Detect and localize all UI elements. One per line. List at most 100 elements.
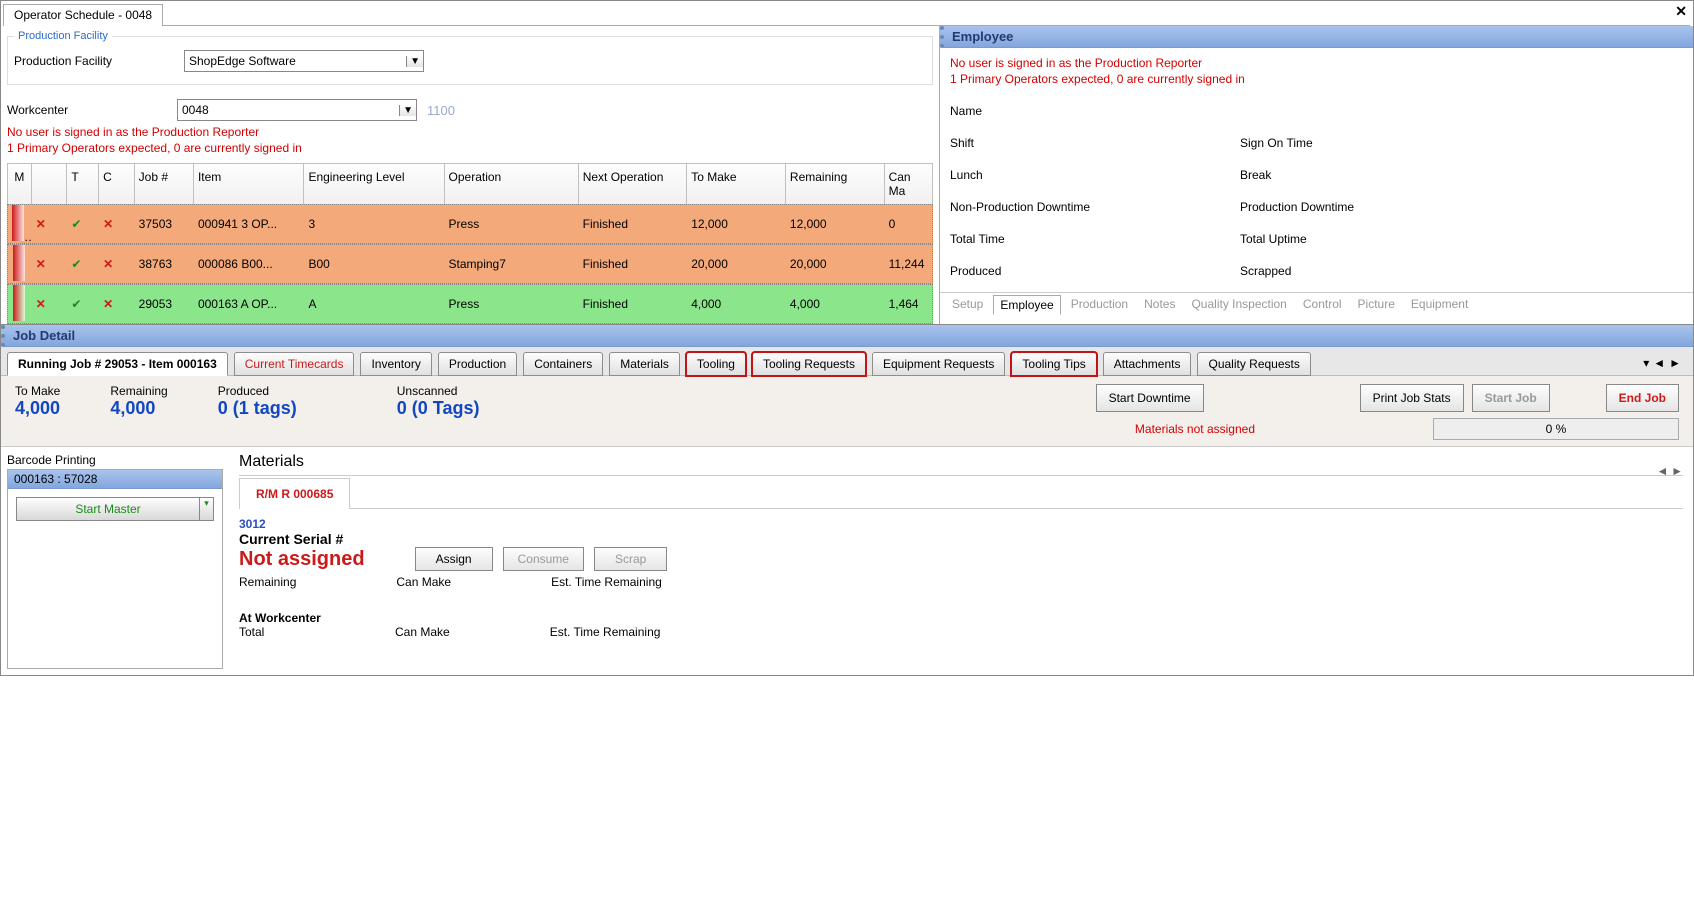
- tab-notes[interactable]: Notes: [1138, 295, 1181, 315]
- tab-inventory[interactable]: Inventory: [360, 352, 431, 376]
- assign-button[interactable]: Assign: [415, 547, 493, 571]
- tab-equipment[interactable]: Equipment: [1405, 295, 1474, 315]
- item-cell: 000941 3 OP...: [194, 215, 305, 233]
- x-icon[interactable]: ✕: [36, 297, 46, 311]
- row-marker-icon: [13, 245, 25, 281]
- produced-label: Produced: [218, 384, 297, 398]
- check-icon[interactable]: ✔: [71, 257, 81, 271]
- name-label: Name: [950, 104, 1240, 118]
- x-icon[interactable]: ✕: [103, 297, 113, 311]
- job-cell: 37503: [135, 215, 194, 233]
- tab-containers[interactable]: Containers: [523, 352, 603, 376]
- remaining-label: Remaining: [110, 384, 167, 398]
- tab-quality-inspection[interactable]: Quality Inspection: [1185, 295, 1292, 315]
- barcode-header[interactable]: 000163 : 57028: [8, 470, 222, 489]
- produced-label: Produced: [950, 264, 1240, 278]
- op-cell: Stamping7: [445, 255, 579, 273]
- table-row[interactable]: ✕✔✕29053000163 A OP...APressFinished4,00…: [7, 284, 933, 324]
- chevron-down-icon[interactable]: ▼: [399, 105, 416, 116]
- scrap-button[interactable]: Scrap: [594, 547, 667, 571]
- end-job-button[interactable]: End Job: [1606, 384, 1679, 412]
- start-master-button[interactable]: Start Master: [16, 497, 200, 521]
- chevron-left-icon[interactable]: ◄: [1656, 464, 1668, 478]
- tab-production[interactable]: Production: [1065, 295, 1134, 315]
- eng-cell: A: [304, 295, 444, 313]
- row-marker-icon: [13, 285, 25, 321]
- produced-value: 0 (1 tags): [218, 398, 297, 419]
- workcenter-input[interactable]: [178, 103, 399, 117]
- tomake-cell: 4,000: [687, 295, 786, 313]
- grid-header-remaining[interactable]: Remaining: [786, 164, 885, 204]
- totaltime-label: Total Time: [950, 232, 1240, 246]
- total-label: Total: [239, 625, 295, 639]
- job-summary-bar: To Make4,000 Remaining4,000 Produced0 (1…: [1, 376, 1693, 447]
- window-tab[interactable]: Operator Schedule - 0048: [3, 4, 163, 26]
- grid-header-op[interactable]: Operation: [445, 164, 579, 204]
- tab-attachments[interactable]: Attachments: [1103, 352, 1192, 376]
- grid-header-m[interactable]: M: [8, 164, 32, 204]
- grid-header-item[interactable]: Item: [194, 164, 305, 204]
- chevron-right-icon[interactable]: ►: [1671, 464, 1683, 478]
- tomake-cell: 20,000: [687, 255, 786, 273]
- start-job-button[interactable]: Start Job: [1472, 384, 1550, 412]
- tabs-more-icon[interactable]: ▾: [1643, 356, 1649, 370]
- tab-control[interactable]: Control: [1297, 295, 1348, 315]
- grid-header-canmake[interactable]: Can Ma: [885, 164, 932, 204]
- grid-header-c[interactable]: C: [99, 164, 135, 204]
- print-jobstats-button[interactable]: Print Job Stats: [1360, 384, 1464, 412]
- job-cell: 38763: [135, 255, 194, 273]
- tab-employee[interactable]: Employee: [993, 295, 1060, 315]
- progress-bar: 0 %: [1433, 418, 1679, 440]
- signon-label: Sign On Time: [1240, 136, 1313, 150]
- tab-tooling[interactable]: Tooling: [686, 352, 746, 376]
- tab-equipment-requests[interactable]: Equipment Requests: [872, 352, 1005, 376]
- grid-header-nop[interactable]: Next Operation: [579, 164, 688, 204]
- chevron-right-icon[interactable]: ►: [1669, 356, 1681, 370]
- op-cell: Press: [445, 215, 579, 233]
- consume-button[interactable]: Consume: [503, 547, 584, 571]
- check-icon[interactable]: ✔: [71, 297, 81, 311]
- workcenter-combobox[interactable]: ▼: [177, 99, 417, 121]
- etr-label: Est. Time Remaining: [550, 625, 661, 639]
- lunch-label: Lunch: [950, 168, 1240, 182]
- x-icon[interactable]: ✕: [36, 257, 46, 271]
- grid-header-tomake[interactable]: To Make: [687, 164, 786, 204]
- x-icon[interactable]: ✕: [103, 257, 113, 271]
- start-downtime-button[interactable]: Start Downtime: [1096, 384, 1204, 412]
- grid-header-t[interactable]: T: [67, 164, 99, 204]
- grid-header-job[interactable]: Job #: [135, 164, 194, 204]
- tab-picture[interactable]: Picture: [1352, 295, 1401, 315]
- table-row[interactable]: ▶✕✔✕37503000941 3 OP...3PressFinished12,…: [7, 204, 933, 244]
- remaining-cell: 12,000: [786, 215, 885, 233]
- op-cell: Press: [445, 295, 579, 313]
- job-detail-section: Job Detail Running Job # 29053 - Item 00…: [1, 324, 1693, 675]
- materials-tab[interactable]: R/M R 000685: [239, 478, 350, 509]
- close-icon[interactable]: ✕: [1675, 3, 1687, 20]
- table-row[interactable]: ✕✔✕38763000086 B00...B00Stamping7Finishe…: [7, 244, 933, 284]
- facility-input[interactable]: [185, 54, 406, 68]
- remaining-label: Remaining: [239, 575, 296, 589]
- chevron-down-icon[interactable]: ▼: [406, 56, 423, 67]
- tab-quality-requests[interactable]: Quality Requests: [1197, 352, 1310, 376]
- schedule-grid: M T C Job # Item Engineering Level Opera…: [7, 163, 933, 324]
- barcode-section-label: Barcode Printing: [7, 453, 223, 467]
- facility-combobox[interactable]: ▼: [184, 50, 424, 72]
- grid-header-blank[interactable]: [32, 164, 68, 204]
- app-window: Operator Schedule - 0048 ✕ Production Fa…: [0, 0, 1694, 676]
- tab-tooling-requests[interactable]: Tooling Requests: [752, 352, 866, 376]
- error-text: No user is signed in as the Production R…: [7, 125, 933, 139]
- tab-setup[interactable]: Setup: [946, 295, 989, 315]
- start-master-dropdown[interactable]: ▾: [200, 497, 214, 521]
- tab-running-job-29053-item-000163[interactable]: Running Job # 29053 - Item 000163: [7, 352, 228, 376]
- tab-tooling-tips[interactable]: Tooling Tips: [1011, 352, 1096, 376]
- chevron-left-icon[interactable]: ◄: [1653, 356, 1665, 370]
- grid-header-eng[interactable]: Engineering Level: [304, 164, 444, 204]
- x-icon[interactable]: ✕: [103, 217, 113, 231]
- tab-materials[interactable]: Materials: [609, 352, 680, 376]
- nextop-cell: Finished: [579, 295, 688, 313]
- tab-production[interactable]: Production: [438, 352, 517, 376]
- x-icon[interactable]: ✕: [36, 217, 46, 231]
- item-cell: 000086 B00...: [194, 255, 305, 273]
- check-icon[interactable]: ✔: [71, 217, 81, 231]
- tab-current-timecards[interactable]: Current Timecards: [234, 352, 355, 376]
